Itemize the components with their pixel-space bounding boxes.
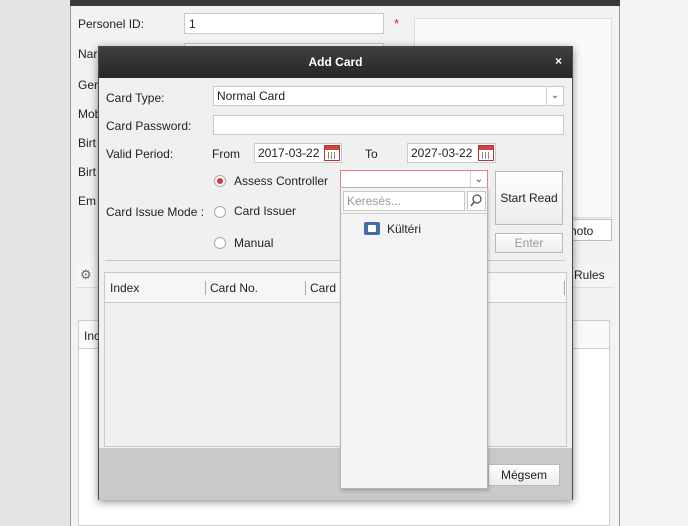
column-card-no[interactable]: Card No. bbox=[210, 281, 258, 295]
column-divider bbox=[564, 281, 565, 295]
assess-controller-radio[interactable] bbox=[214, 175, 226, 187]
birthplace-label: Birt bbox=[78, 165, 96, 179]
from-label: From bbox=[212, 147, 240, 161]
card-issuer-label[interactable]: Card Issuer bbox=[234, 204, 296, 218]
gender-label: Ger bbox=[78, 78, 99, 92]
from-date-input[interactable]: 2017-03-22 bbox=[254, 143, 342, 163]
start-read-button[interactable]: Start Read bbox=[495, 171, 563, 225]
calendar-icon[interactable] bbox=[324, 145, 340, 161]
dialog-title: Add Card bbox=[99, 47, 572, 78]
column-index[interactable]: Index bbox=[110, 281, 139, 295]
access-controller-icon bbox=[364, 222, 380, 235]
separator bbox=[341, 213, 487, 214]
card-password-label: Card Password: bbox=[106, 119, 192, 133]
name-label: Nar bbox=[78, 47, 98, 61]
chevron-down-icon: ⌄ bbox=[546, 87, 563, 105]
from-date-value: 2017-03-22 bbox=[258, 146, 320, 160]
column-divider bbox=[205, 281, 206, 295]
assess-controller-label[interactable]: Assess Controller bbox=[234, 174, 328, 188]
personel-id-label: Personel ID: bbox=[78, 17, 145, 31]
calendar-icon[interactable] bbox=[478, 145, 494, 161]
email-label: Em bbox=[78, 194, 96, 208]
card-password-input[interactable] bbox=[213, 115, 564, 135]
to-label: To bbox=[365, 147, 378, 161]
personel-id-input[interactable]: 1 bbox=[184, 13, 384, 34]
enter-button[interactable]: Enter bbox=[495, 233, 563, 253]
column-card[interactable]: Card bbox=[310, 281, 336, 295]
card-type-select[interactable]: Normal Card ⌄ bbox=[213, 86, 564, 106]
card-type-label: Card Type: bbox=[106, 91, 165, 105]
valid-period-label: Valid Period: bbox=[106, 147, 174, 161]
dropdown-item-kulteri[interactable]: Kültéri bbox=[387, 222, 421, 236]
manual-label[interactable]: Manual bbox=[234, 236, 273, 250]
table-header: Index Card No. Card bbox=[105, 273, 566, 303]
manual-radio[interactable] bbox=[214, 237, 226, 249]
add-card-dialog: Add Card × Card Type: Normal Card ⌄ Card… bbox=[98, 46, 573, 500]
close-icon[interactable]: × bbox=[555, 54, 567, 70]
right-margin bbox=[620, 0, 688, 526]
column-divider bbox=[305, 281, 306, 295]
required-mark: * bbox=[394, 16, 400, 31]
search-icon bbox=[470, 194, 482, 207]
card-table: Index Card No. Card bbox=[104, 272, 567, 447]
gear-icon[interactable]: ⚙ bbox=[80, 268, 94, 282]
rules-tab[interactable]: Rules bbox=[574, 268, 605, 282]
search-input[interactable]: Keresés... bbox=[343, 191, 465, 211]
controller-dropdown-popup: Keresés... Kültéri bbox=[340, 187, 488, 489]
card-issuer-radio[interactable] bbox=[214, 206, 226, 218]
background-titlebar bbox=[70, 0, 620, 6]
separator bbox=[105, 260, 565, 261]
card-type-value: Normal Card bbox=[217, 89, 286, 103]
birth-label: Birt bbox=[78, 136, 96, 150]
card-issue-mode-label: Card Issue Mode : bbox=[106, 205, 205, 219]
to-date-value: 2027-03-22 bbox=[411, 146, 473, 160]
cancel-button[interactable]: Mégsem bbox=[488, 464, 560, 486]
search-icon[interactable] bbox=[467, 191, 486, 211]
to-date-input[interactable]: 2027-03-22 bbox=[407, 143, 496, 163]
